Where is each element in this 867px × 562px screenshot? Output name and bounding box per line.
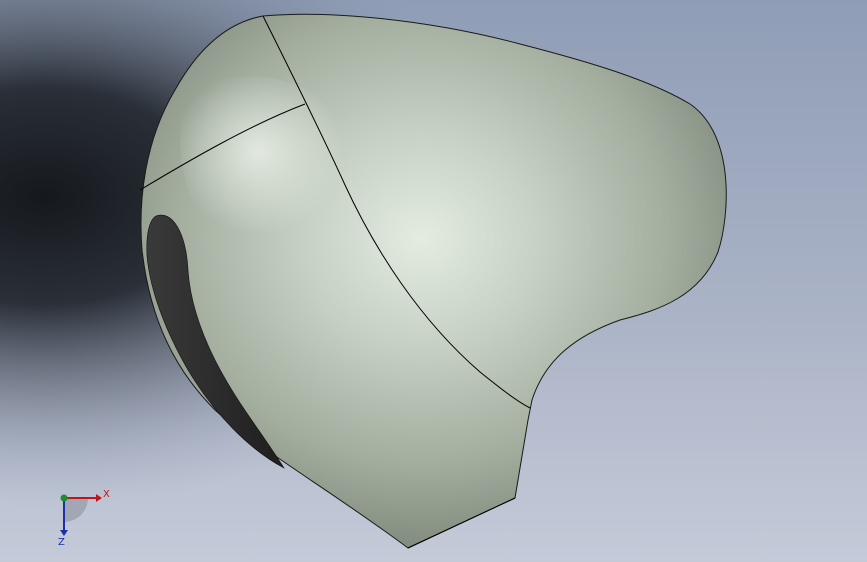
triad-z-label: Z <box>58 537 65 548</box>
graphics-viewport[interactable]: X Z <box>0 0 867 562</box>
triad-y-axis <box>60 494 68 502</box>
model-canvas[interactable]: X Z <box>0 0 867 562</box>
triad-x-label: X <box>103 489 110 500</box>
